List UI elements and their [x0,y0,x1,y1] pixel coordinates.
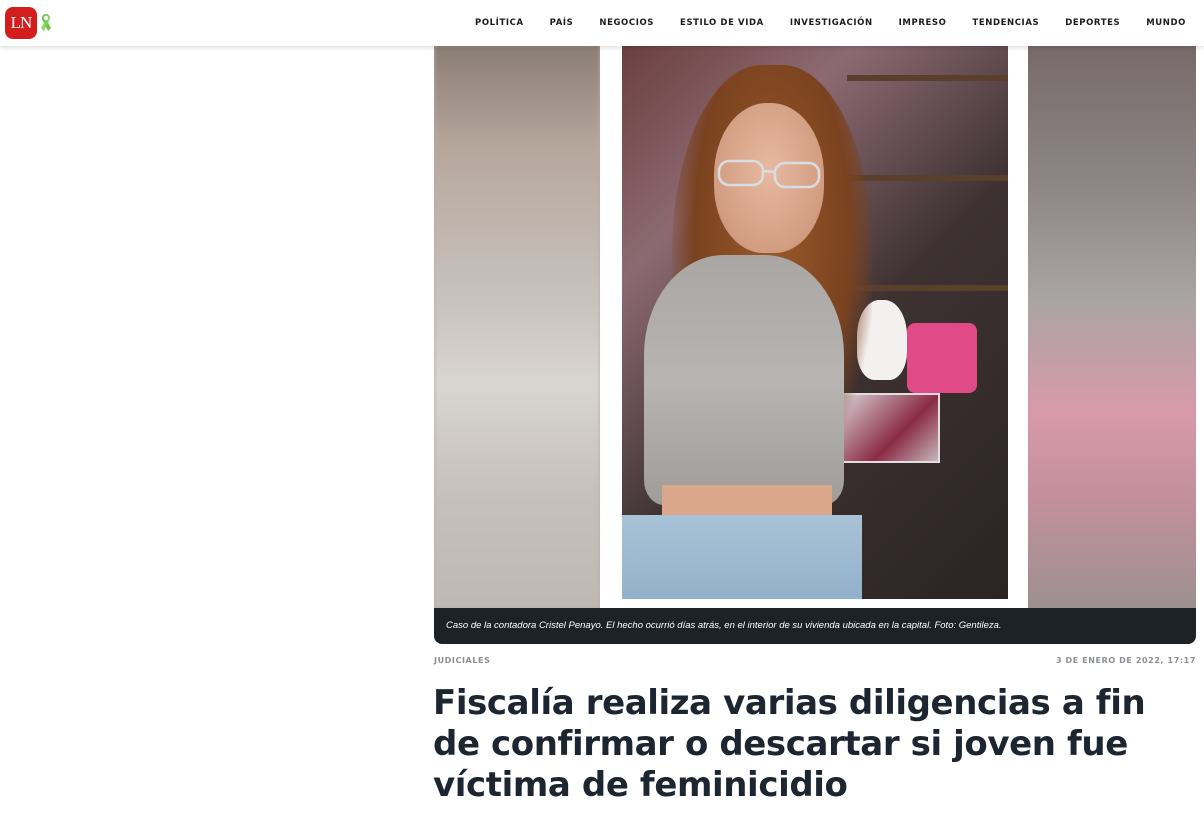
photo-frame [600,45,1028,608]
blurred-image-background-right [1028,45,1196,608]
nav-item-impreso[interactable]: IMPRESO [899,18,947,28]
site-header: LN POLÍTICA PAÍS NEGOCIOS ESTILO DE VIDA… [0,0,1204,46]
nav-item-politica[interactable]: POLÍTICA [475,18,524,28]
blurred-image-background-left [434,45,600,608]
nav-item-mundo[interactable]: MUNDO [1146,18,1186,28]
article-headline: Fiscalía realiza varias diligencias a fi… [433,683,1146,805]
section-label[interactable]: JUDICIALES [434,656,490,665]
publish-date: 3 DE ENERO DE 2022, 17:17 [1055,656,1196,665]
nav-item-pais[interactable]: PAÍS [550,18,574,28]
nav-item-deportes[interactable]: DEPORTES [1065,18,1120,28]
image-caption: Caso de la contadora Cristel Penayo. El … [434,608,1196,644]
site-logo[interactable]: LN [5,7,37,39]
article-hero-image[interactable] [434,45,1196,608]
nav-item-negocios[interactable]: NEGOCIOS [599,18,654,28]
nav-item-estilo-de-vida[interactable]: ESTILO DE VIDA [680,18,764,28]
green-awareness-ribbon-icon [41,14,51,31]
main-nav: POLÍTICA PAÍS NEGOCIOS ESTILO DE VIDA IN… [449,0,1186,46]
nav-item-tendencias[interactable]: TENDENCIAS [972,18,1039,28]
nav-item-investigacion[interactable]: INVESTIGACIÓN [790,18,873,28]
portrait-photo [622,45,1008,599]
